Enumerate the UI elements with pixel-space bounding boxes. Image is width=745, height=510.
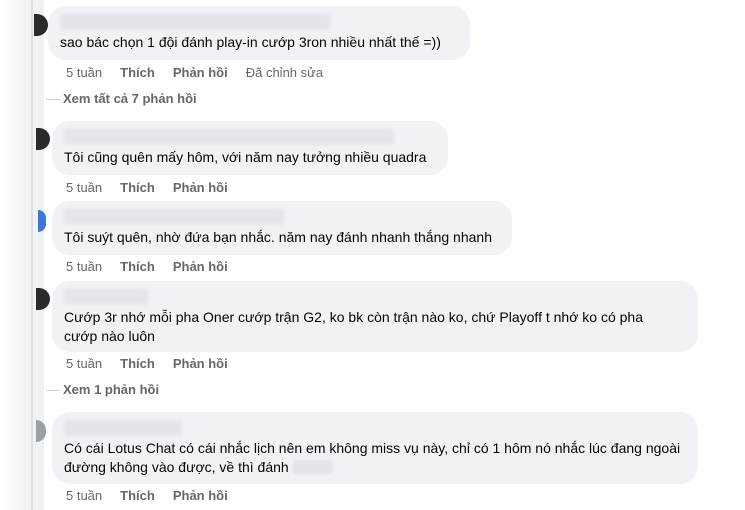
avatar[interactable]: [34, 14, 48, 36]
reply-button[interactable]: Phản hồi: [173, 488, 228, 504]
comment-text: sao bác chọn 1 đội đánh play-in cướp 3ro…: [60, 34, 441, 50]
comment-bubble: Cướp 3r nhớ mỗi pha Oner cướp trận G2, k…: [52, 281, 698, 352]
blurred-author-name[interactable]: [64, 209, 284, 225]
comment-actions: 5 tuần Thích Phản hồi: [66, 488, 246, 504]
timestamp[interactable]: 5 tuần: [66, 488, 102, 504]
avatar[interactable]: [36, 128, 50, 150]
timestamp[interactable]: 5 tuần: [66, 65, 102, 81]
like-button[interactable]: Thích: [120, 488, 155, 504]
timestamp[interactable]: 5 tuần: [66, 180, 102, 196]
comment-bubble: Tôi cũng quên mấy hôm, với năm nay tưởng…: [52, 121, 448, 175]
like-button[interactable]: Thích: [120, 65, 155, 81]
blurred-author-name[interactable]: [60, 14, 330, 30]
thread-line: [31, 0, 33, 510]
comment-bubble: sao bác chọn 1 đội đánh play-in cướp 3ro…: [48, 6, 470, 60]
comment-text: Tôi cũng quên mấy hôm, với năm nay tưởng…: [64, 149, 427, 165]
reply-button[interactable]: Phản hồi: [173, 259, 228, 275]
avatar[interactable]: [36, 420, 46, 442]
avatar[interactable]: [38, 210, 46, 232]
like-button[interactable]: Thích: [120, 259, 155, 275]
timestamp[interactable]: 5 tuần: [66, 259, 102, 275]
comment-actions: 5 tuần Thích Phản hồi: [66, 356, 246, 372]
comment-actions: 5 tuần Thích Phản hồi: [66, 259, 246, 275]
comment-text: Tôi suýt quên, nhờ đứa bạn nhắc. năm nay…: [64, 229, 492, 245]
reply-button[interactable]: Phản hồi: [173, 180, 228, 196]
timestamp[interactable]: 5 tuần: [66, 356, 102, 372]
reply-connector: [46, 99, 60, 100]
blurred-author-name[interactable]: [64, 129, 394, 145]
comment-text: Cướp 3r nhớ mỗi pha Oner cướp trận G2, k…: [64, 309, 647, 344]
comment-text: Có cái Lotus Chat có cái nhắc lịch nên e…: [64, 439, 684, 477]
like-button[interactable]: Thích: [120, 180, 155, 196]
comment-bubble: Tôi suýt quên, nhờ đứa bạn nhắc. năm nay…: [52, 201, 512, 255]
reply-connector: [46, 390, 60, 391]
view-replies-link[interactable]: Xem tất cả 7 phản hồi: [63, 91, 197, 106]
blurred-text: [292, 460, 333, 474]
comment-bubble: Có cái Lotus Chat có cái nhắc lịch nên e…: [52, 412, 698, 484]
view-replies-link[interactable]: Xem 1 phản hồi: [63, 382, 159, 397]
blurred-author-name[interactable]: [64, 420, 182, 436]
edited-label: Đã chỉnh sửa: [245, 65, 324, 80]
comment-actions: 5 tuần Thích Phản hồi: [66, 180, 246, 196]
reply-button[interactable]: Phản hồi: [173, 65, 228, 81]
reply-button[interactable]: Phản hồi: [173, 356, 228, 372]
comment-actions: 5 tuần Thích Phản hồi Đã chỉnh sửa: [66, 65, 341, 81]
like-button[interactable]: Thích: [120, 356, 155, 372]
comment-text-content: Có cái Lotus Chat có cái nhắc lịch nên e…: [64, 440, 684, 475]
avatar[interactable]: [36, 288, 50, 310]
blurred-author-name[interactable]: [64, 289, 148, 305]
